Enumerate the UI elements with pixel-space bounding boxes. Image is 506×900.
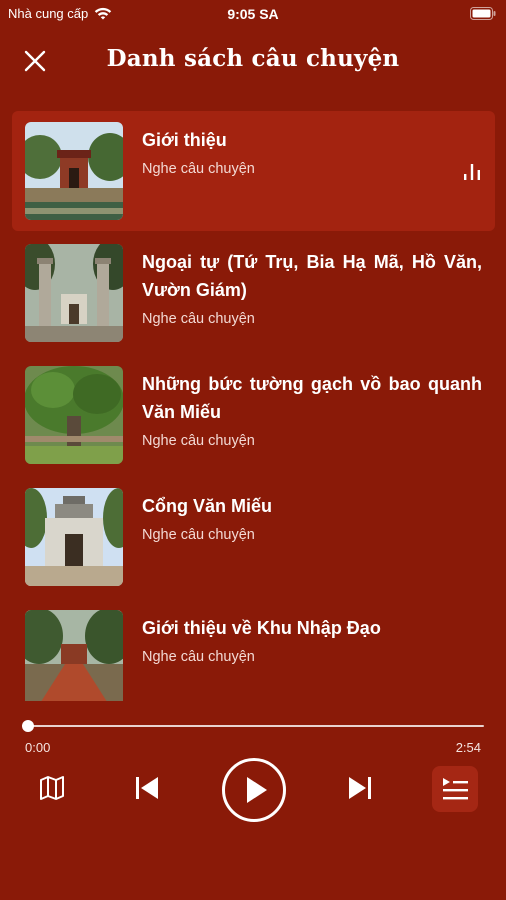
skip-next-icon [349, 777, 371, 799]
page-title: Danh sách câu chuyện [106, 45, 400, 72]
playlist-icon [443, 778, 468, 800]
header: Danh sách câu chuyện [0, 38, 506, 84]
story-thumbnail [25, 366, 123, 464]
story-subtitle: Nghe câu chuyện [142, 433, 255, 449]
story-title: Những bức tường gạch vồ bao quanh Văn Mi… [142, 374, 482, 422]
story-subtitle: Nghe câu chuyện [142, 311, 255, 327]
story-title: Giới thiệu [142, 130, 227, 150]
player-controls [0, 758, 506, 822]
story-thumbnail [25, 488, 123, 586]
battery-icon [470, 7, 496, 20]
story-item[interactable]: Ngoại tự (Tứ Trụ, Bia Hạ Mã, Hồ Văn, Vườ… [12, 233, 495, 353]
story-list[interactable]: Giới thiệu Nghe câu chuyện Ngoại tự (Tứ … [12, 111, 495, 701]
story-thumbnail [25, 610, 123, 701]
story-subtitle: Nghe câu chuyện [142, 161, 255, 177]
status-time: 9:05 SA [227, 6, 279, 22]
story-subtitle: Nghe câu chuyện [142, 649, 255, 665]
story-item[interactable]: Giới thiệu Nghe câu chuyện [12, 111, 495, 231]
status-bar: Nhà cung cấp 9:05 SA [0, 0, 506, 28]
story-item[interactable]: Giới thiệu về Khu Nhập Đạo Nghe câu chuy… [12, 599, 495, 701]
story-subtitle: Nghe câu chuyện [142, 527, 255, 543]
story-title: Cổng Văn Miếu [142, 496, 272, 516]
play-button[interactable] [222, 758, 286, 822]
play-icon [247, 777, 267, 803]
story-title: Giới thiệu về Khu Nhập Đạo [142, 618, 381, 638]
story-thumbnail [25, 244, 123, 342]
map-button[interactable] [36, 772, 68, 804]
progress-slider[interactable] [22, 719, 484, 733]
total-time: 2:54 [455, 740, 481, 755]
story-thumbnail [25, 122, 123, 220]
progress-knob[interactable] [22, 720, 34, 732]
elapsed-time: 0:00 [25, 740, 51, 755]
story-item[interactable]: Cổng Văn Miếu Nghe câu chuyện [12, 477, 495, 597]
map-icon [40, 776, 64, 800]
story-item[interactable]: Những bức tường gạch vồ bao quanh Văn Mi… [12, 355, 495, 475]
story-title: Ngoại tự (Tứ Trụ, Bia Hạ Mã, Hồ Văn, Vườ… [142, 252, 482, 300]
skip-previous-icon [136, 777, 158, 799]
playlist-button[interactable] [432, 766, 478, 812]
equalizer-icon [462, 161, 482, 181]
previous-button[interactable] [130, 771, 164, 805]
progress-track [28, 725, 484, 727]
next-button[interactable] [343, 771, 377, 805]
